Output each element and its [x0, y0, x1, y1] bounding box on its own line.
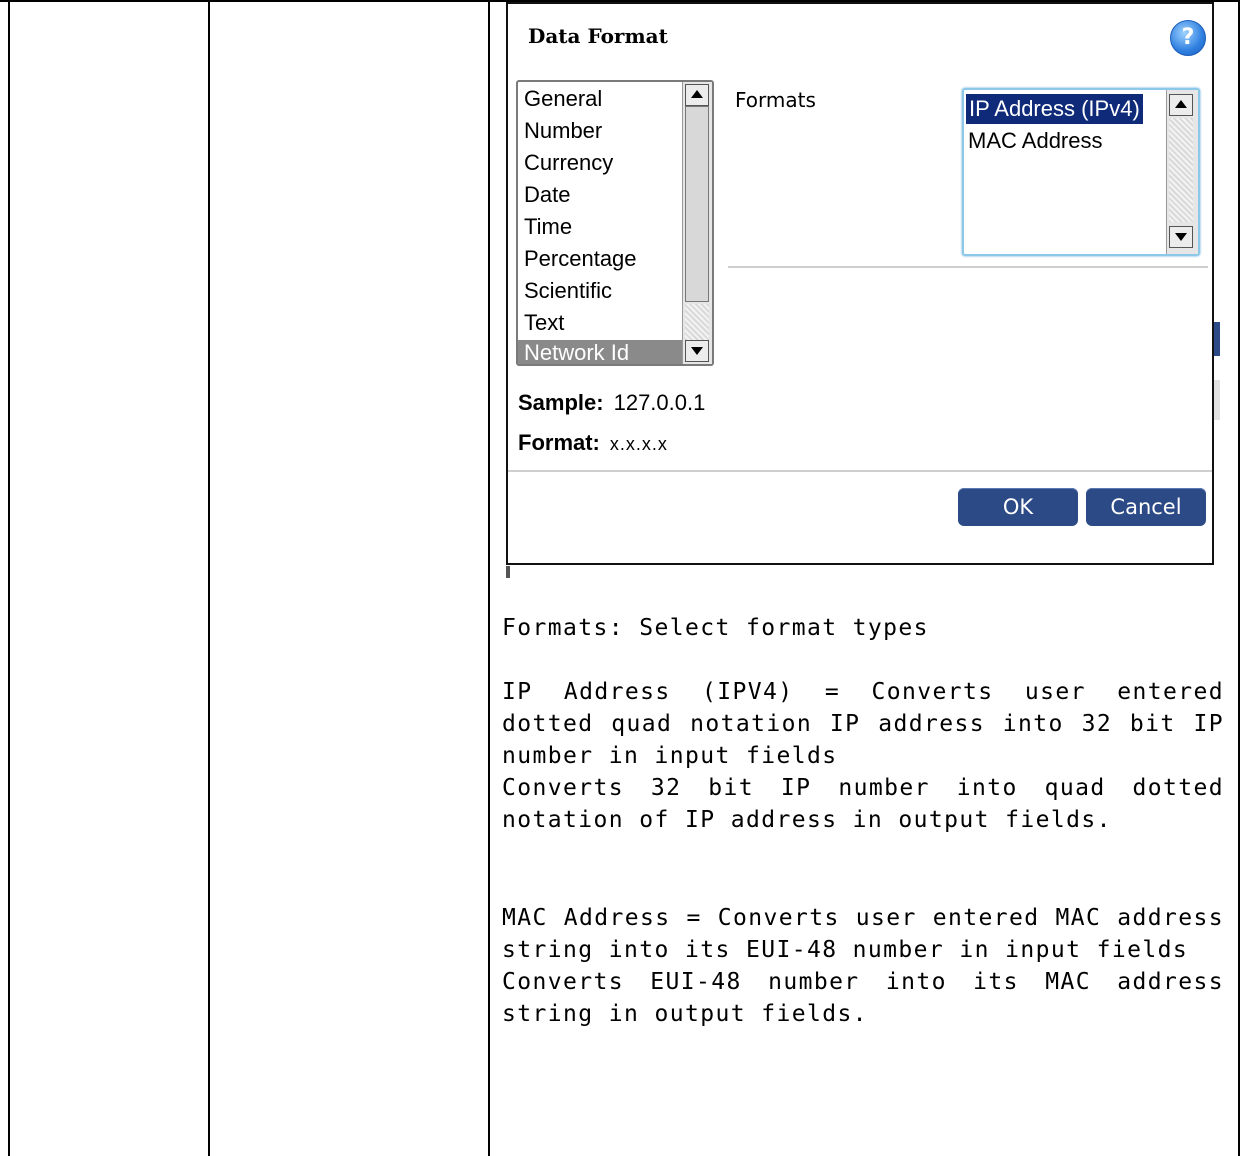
ip-output-text: Converts 32 bit IP number into quad dott… — [502, 775, 1224, 833]
format-item-ipv4[interactable]: IP Address (IPv4) — [965, 93, 1144, 125]
scroll-down-button[interactable] — [685, 340, 709, 362]
scroll-track[interactable] — [685, 304, 709, 340]
format-item-mac[interactable]: MAC Address — [968, 126, 1103, 156]
dialog-title: Data Format — [528, 24, 668, 48]
category-item-date[interactable]: Date — [524, 180, 570, 210]
cancel-button[interactable]: Cancel — [1086, 488, 1206, 526]
question-icon[interactable]: ? — [1170, 20, 1206, 56]
category-item-network-id[interactable]: Network Id — [518, 340, 686, 364]
table-column-border-1 — [8, 0, 10, 1156]
formats-scrollbar[interactable] — [1166, 90, 1198, 254]
scroll-down-button[interactable] — [1169, 226, 1193, 248]
scroll-up-button[interactable] — [685, 84, 709, 106]
chevron-up-icon — [1175, 100, 1187, 108]
format-label: Format: — [518, 430, 600, 455]
divider — [508, 470, 1212, 472]
table-column-border-2 — [208, 0, 210, 1156]
table-column-border-3 — [488, 0, 490, 1156]
category-item-text[interactable]: Text — [524, 308, 564, 338]
formats-label: Formats — [735, 88, 816, 112]
chevron-down-icon — [1175, 233, 1187, 241]
scroll-up-button[interactable] — [1169, 94, 1193, 116]
ip-description: IP Address (IPV4) = Converts user entere… — [502, 676, 1224, 836]
formats-listbox[interactable]: IP Address (IPv4) MAC Address — [962, 88, 1200, 256]
scroll-thumb[interactable] — [685, 106, 709, 302]
category-item-time[interactable]: Time — [524, 212, 572, 242]
category-scrollbar[interactable] — [682, 82, 712, 364]
chevron-down-icon — [691, 347, 703, 355]
background-fragment — [1214, 322, 1220, 356]
ok-button[interactable]: OK — [958, 488, 1078, 526]
format-value: x.x.x.x — [609, 434, 668, 454]
sample-label: Sample: — [518, 390, 604, 415]
ip-definition: IP Address (IPV4) = Converts user entere… — [502, 679, 1224, 769]
mac-description: MAC Address = Converts user entered MAC … — [502, 902, 1224, 1030]
data-format-dialog: Data Format ? General Number Currency Da… — [506, 2, 1214, 565]
chevron-up-icon — [691, 90, 703, 98]
divider — [728, 266, 1208, 268]
scroll-track[interactable] — [1169, 118, 1193, 222]
sample-row: Sample: 127.0.0.1 — [518, 390, 705, 416]
background-fragment — [506, 566, 510, 578]
category-item-number[interactable]: Number — [524, 116, 602, 146]
category-item-percentage[interactable]: Percentage — [524, 244, 637, 274]
background-fragment — [1214, 380, 1220, 420]
format-row: Format: x.x.x.x — [518, 430, 668, 456]
category-item-currency[interactable]: Currency — [524, 148, 613, 178]
description-intro: Formats: Select format types — [502, 612, 1224, 644]
category-listbox[interactable]: General Number Currency Date Time Percen… — [516, 80, 714, 366]
mac-output-text: Converts EUI-48 number into its MAC addr… — [502, 969, 1224, 1027]
category-item-general[interactable]: General — [524, 84, 602, 114]
category-item-scientific[interactable]: Scientific — [524, 276, 612, 306]
intro-text: Formats: Select format types — [502, 615, 929, 641]
mac-definition: MAC Address = Converts user entered MAC … — [502, 905, 1224, 963]
sample-value: 127.0.0.1 — [613, 390, 706, 415]
